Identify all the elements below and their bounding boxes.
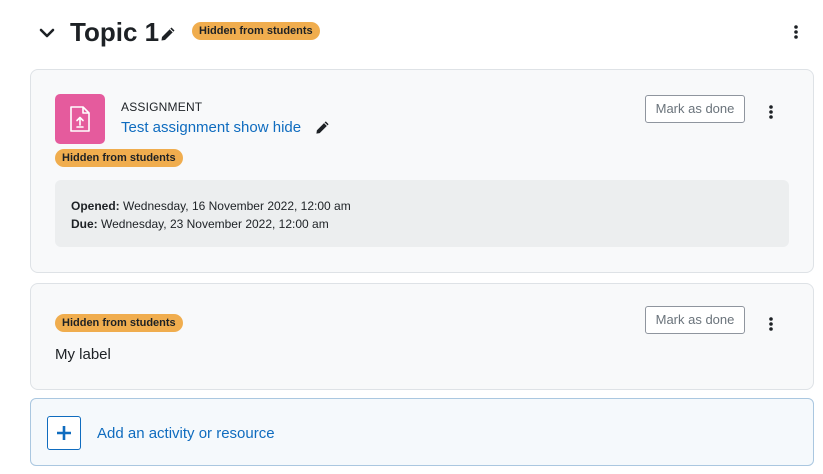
add-activity-label: Add an activity or resource — [97, 425, 275, 442]
label-content: My label — [55, 346, 111, 363]
pencil-icon — [161, 27, 175, 41]
activity-card-label: Hidden from students My label Mark as do… — [30, 283, 814, 390]
kebab-menu-icon — [769, 105, 773, 119]
opened-value: Wednesday, 16 November 2022, 12:00 am — [123, 199, 351, 213]
kebab-menu-icon — [794, 25, 798, 39]
activity-type-label: ASSIGNMENT — [121, 100, 203, 114]
topic-header: Topic 1 Hidden from students — [36, 14, 814, 50]
pencil-icon — [316, 121, 329, 134]
collapse-section-button[interactable] — [36, 22, 58, 44]
topic-title: Topic 1 — [70, 17, 160, 47]
chevron-down-icon — [39, 28, 55, 38]
hidden-status-badge: Hidden from students — [55, 314, 183, 332]
hidden-status-badge: Hidden from students — [55, 149, 183, 167]
mark-as-done-button[interactable]: Mark as done — [645, 306, 745, 334]
due-value: Wednesday, 23 November 2022, 12:00 am — [101, 217, 329, 231]
activity-card-assignment: ASSIGNMENT Test assignment show hide Hid… — [30, 69, 814, 273]
mark-as-done-button[interactable]: Mark as done — [645, 95, 745, 123]
due-date-row: Due: Wednesday, 23 November 2022, 12:00 … — [71, 215, 773, 233]
activity-menu-button[interactable] — [761, 100, 781, 124]
activity-dates: Opened: Wednesday, 16 November 2022, 12:… — [55, 180, 789, 247]
activity-menu-button[interactable] — [761, 312, 781, 336]
opened-date-row: Opened: Wednesday, 16 November 2022, 12:… — [71, 197, 773, 215]
plus-icon — [57, 426, 71, 440]
topic-menu-button[interactable] — [786, 20, 806, 44]
add-activity-plus — [47, 416, 81, 450]
activity-name-link[interactable]: Test assignment show hide — [121, 119, 301, 136]
kebab-menu-icon — [769, 317, 773, 331]
assignment-icon — [70, 106, 90, 132]
edit-topic-title-button[interactable] — [160, 26, 176, 42]
assignment-icon-tile — [55, 94, 105, 144]
opened-label: Opened: — [71, 199, 120, 213]
add-activity-button[interactable]: Add an activity or resource — [30, 398, 814, 466]
due-label: Due: — [71, 217, 98, 231]
edit-activity-name-button[interactable] — [315, 120, 331, 136]
hidden-status-badge: Hidden from students — [192, 22, 320, 40]
